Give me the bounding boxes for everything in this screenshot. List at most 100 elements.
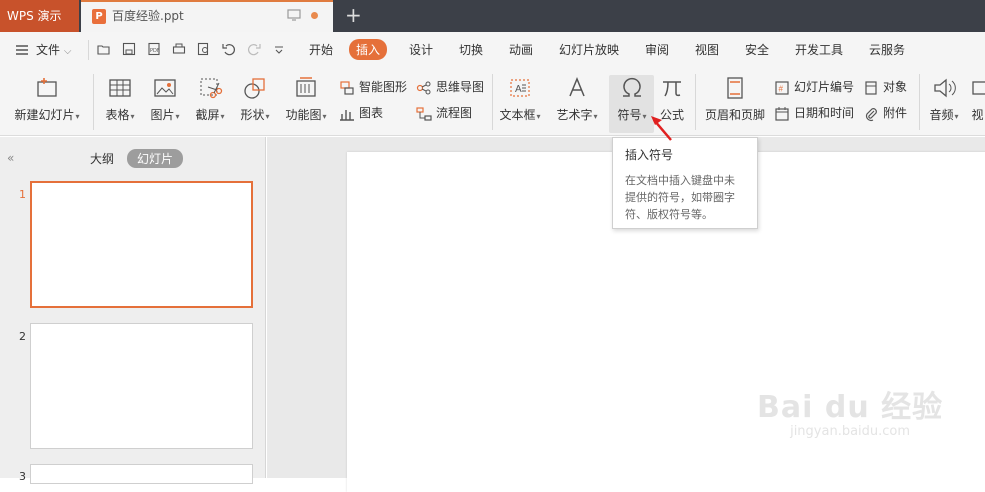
menu-tab-cloud[interactable]: 云服务: [869, 41, 905, 58]
smart-art-button[interactable]: 智能图形: [339, 78, 407, 96]
chart-button[interactable]: 图表: [339, 104, 383, 122]
chevron-down-icon: ⌵: [63, 46, 72, 57]
function-chart-label: 功能图: [285, 108, 322, 122]
new-slide-button[interactable]: 新建幻灯片▾: [12, 74, 82, 123]
pi-formula-icon: [663, 81, 681, 97]
watermark-logo-text: Bai du 经验: [757, 390, 944, 425]
menu-tab-home[interactable]: 开始: [309, 41, 333, 58]
picture-icon: [154, 79, 176, 97]
date-time-button[interactable]: 日期和时间: [774, 104, 854, 122]
screenshot-label: 截屏: [195, 108, 220, 122]
shape-icon: [244, 78, 265, 99]
print-icon[interactable]: [172, 42, 186, 56]
svg-text:#: #: [779, 84, 784, 93]
speaker-icon: [934, 78, 956, 98]
tooltip-title: 插入符号: [625, 148, 674, 162]
screenshot-button[interactable]: 截屏▾: [193, 74, 227, 123]
divider: [88, 40, 89, 60]
svg-text:PDF: PDF: [150, 48, 160, 54]
divider: [93, 74, 94, 130]
picture-button[interactable]: 图片▾: [148, 74, 182, 123]
flowchart-icon: [416, 106, 432, 121]
object-button[interactable]: 对象: [863, 78, 907, 96]
collapse-panel-icon[interactable]: «: [7, 151, 14, 165]
svg-text:A: A: [515, 84, 522, 95]
menu-tab-review[interactable]: 审阅: [645, 41, 669, 58]
customize-toolbar-icon[interactable]: [272, 42, 286, 56]
title-bar: WPS 演示 P 百度经验.ppt +: [0, 0, 985, 32]
document-tab[interactable]: P 百度经验.ppt: [81, 0, 333, 32]
file-menu[interactable]: 文件 ⌵: [36, 41, 71, 58]
bar-chart-icon: [340, 109, 354, 121]
app-tab[interactable]: WPS 演示: [0, 0, 79, 32]
menu-tab-slideshow[interactable]: 幻灯片放映: [559, 41, 619, 58]
save-icon[interactable]: [122, 42, 136, 56]
video-label: 视: [971, 108, 984, 122]
smart-art-icon: [340, 80, 354, 95]
tab-slides[interactable]: 幻灯片: [127, 149, 184, 168]
redo-icon[interactable]: [247, 42, 261, 56]
smart-art-label: 智能图形: [359, 80, 408, 94]
monitor-icon[interactable]: [287, 9, 301, 21]
menu-tab-developer[interactable]: 开发工具: [795, 41, 843, 58]
word-art-icon: [569, 77, 585, 97]
menu-tab-view[interactable]: 视图: [695, 41, 719, 58]
dropdown-arrow-icon: ▾: [75, 112, 80, 121]
menu-tab-insert[interactable]: 插入: [349, 39, 388, 60]
menu-tab-security[interactable]: 安全: [745, 41, 769, 58]
export-pdf-icon[interactable]: PDF: [147, 42, 161, 56]
table-button[interactable]: 表格▾: [103, 74, 137, 123]
slide-number: 3: [19, 470, 26, 483]
audio-button[interactable]: 音频▾: [926, 74, 962, 123]
picture-label: 图片: [150, 108, 175, 122]
word-art-button[interactable]: 艺术字▾: [554, 74, 600, 123]
shape-button[interactable]: 形状▾: [238, 74, 272, 123]
dropdown-arrow-icon: ▾: [536, 112, 541, 121]
tab-outline[interactable]: 大纲: [90, 150, 114, 167]
slide-thumbnail-3[interactable]: [30, 464, 253, 484]
print-preview-icon[interactable]: [197, 42, 211, 56]
textbox-button[interactable]: A 文本框▾: [497, 74, 543, 123]
baidu-watermark: Bai du 经验 jingyan.baidu.com: [757, 382, 943, 439]
undo-icon[interactable]: [222, 42, 236, 56]
function-chart-button[interactable]: 功能图▾: [283, 74, 329, 123]
mind-map-button[interactable]: 思维导图: [416, 78, 484, 96]
table-label: 表格: [105, 108, 130, 122]
ribbon-toolbar: 新建幻灯片▾ 表格▾ 图片▾ 截屏▾ 形状▾ 功能图▾ 智能图形 图表 思维导图…: [0, 68, 985, 136]
word-art-label: 艺术字: [556, 108, 593, 122]
symbol-tooltip: 插入符号 在文档中插入键盘中未提供的符号，如带圈字符、版权符号等。: [612, 137, 758, 229]
hamburger-menu-icon[interactable]: [15, 43, 29, 57]
header-footer-icon: [727, 77, 743, 99]
textbox-icon: A: [510, 79, 530, 97]
object-icon: [865, 80, 877, 95]
date-time-label: 日期和时间: [794, 106, 855, 120]
open-folder-icon[interactable]: [97, 42, 111, 56]
slide-number-button[interactable]: # 幻灯片编号: [774, 78, 854, 96]
presentation-file-icon: P: [92, 9, 106, 24]
new-tab-plus-icon[interactable]: +: [345, 4, 362, 26]
slide-number-label: 幻灯片编号: [794, 80, 855, 94]
attachment-button[interactable]: 附件: [863, 104, 907, 122]
flowchart-button[interactable]: 流程图: [416, 104, 472, 122]
menu-tab-transition[interactable]: 切换: [459, 41, 483, 58]
header-footer-button[interactable]: 页眉和页脚: [703, 74, 767, 123]
document-title: 百度经验.ppt: [112, 9, 184, 23]
symbol-label: 符号: [617, 108, 642, 122]
menu-tab-animation[interactable]: 动画: [509, 41, 533, 58]
dropdown-arrow-icon: ▾: [954, 112, 959, 121]
omega-symbol-icon: [623, 77, 641, 97]
slide-thumbnail-panel: « 大纲 幻灯片 1 2 3: [0, 137, 266, 484]
slide-thumbnail-1[interactable]: [30, 181, 253, 308]
video-button[interactable]: 视: [970, 74, 985, 123]
slide-thumbnail-2[interactable]: [30, 323, 253, 449]
dropdown-arrow-icon: ▾: [265, 112, 270, 121]
divider: [695, 74, 696, 130]
scissors-icon: [200, 78, 223, 99]
attachment-label: 附件: [883, 106, 908, 120]
mind-map-label: 思维导图: [436, 80, 485, 94]
red-pointer-arrow-icon: [651, 116, 672, 141]
header-footer-label: 页眉和页脚: [704, 108, 765, 122]
menu-bar: 文件 ⌵ PDF 开始 插入 设计 切换 动画 幻灯片放映 审阅 视图 安全 开…: [0, 32, 985, 68]
menu-tab-design[interactable]: 设计: [409, 41, 433, 58]
table-icon: [109, 79, 131, 97]
